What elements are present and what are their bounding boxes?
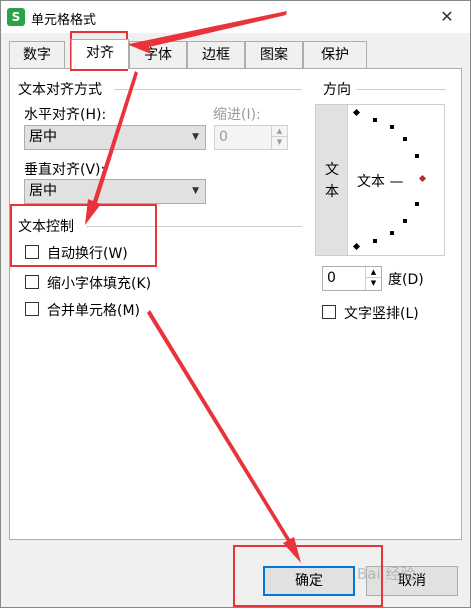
wps-app-icon: S xyxy=(7,8,25,26)
vertical-align-select[interactable]: 居中 ▼ xyxy=(24,179,206,204)
wrap-text-label: 自动换行(W) xyxy=(47,246,128,262)
indent-stepper[interactable]: 0 ▲ ▼ xyxy=(214,125,288,150)
spin-up-icon[interactable]: ▲ xyxy=(366,267,381,278)
degrees-stepper[interactable]: 0 ▲ ▼ xyxy=(322,266,382,291)
tab-font[interactable]: 字体 xyxy=(129,41,187,68)
vertical-align-label: 垂直对齐(V): xyxy=(24,162,106,178)
orientation-dial[interactable]: 文本 — xyxy=(349,105,445,255)
divider xyxy=(86,226,302,227)
tab-border[interactable]: 边框 xyxy=(187,41,245,68)
degrees-label: 度(D) xyxy=(388,272,424,288)
divider xyxy=(356,89,446,90)
vertical-stack-checkbox[interactable] xyxy=(322,305,336,319)
format-cells-dialog: S 单元格格式 ✕ 数字 对齐 字体 边框 图案 保护 文本对齐方式 水平对齐(… xyxy=(0,0,471,608)
orientation-dial-label: 文本 — xyxy=(357,174,404,190)
spin-down-icon[interactable]: ▼ xyxy=(272,137,287,148)
vertical-text-char: 本 xyxy=(325,184,339,200)
shrink-to-fit-label: 缩小字体填充(K) xyxy=(47,276,152,292)
alignment-panel: 文本对齐方式 水平对齐(H): 居中 ▼ 缩进(I): 0 ▲ ▼ 垂直对齐(V… xyxy=(9,68,462,540)
text-control-group-label: 文本控制 xyxy=(18,219,74,235)
vertical-text-button[interactable]: 文 本 xyxy=(316,105,348,255)
horizontal-align-select[interactable]: 居中 ▼ xyxy=(24,125,206,150)
horizontal-align-label: 水平对齐(H): xyxy=(24,107,107,123)
chevron-down-icon: ▼ xyxy=(192,186,199,196)
merge-cells-checkbox[interactable] xyxy=(25,302,39,316)
chevron-down-icon: ▼ xyxy=(192,132,199,142)
dialog-title: 单元格格式 xyxy=(31,13,97,28)
spin-up-icon[interactable]: ▲ xyxy=(272,126,287,137)
degrees-value: 0 xyxy=(327,270,336,286)
spin-down-icon[interactable]: ▼ xyxy=(366,278,381,289)
tab-alignment[interactable]: 对齐 xyxy=(71,39,129,69)
title-bar: S 单元格格式 ✕ xyxy=(1,1,470,33)
shrink-to-fit-checkbox[interactable] xyxy=(25,275,39,289)
horizontal-align-value: 居中 xyxy=(29,129,57,145)
merge-cells-label: 合并单元格(M) xyxy=(47,303,141,319)
tab-pattern[interactable]: 图案 xyxy=(245,41,303,68)
divider xyxy=(114,89,302,90)
baidu-watermark: Bai 经验 xyxy=(357,565,416,583)
vertical-align-value: 居中 xyxy=(29,183,57,199)
tab-protection[interactable]: 保护 xyxy=(303,41,367,68)
ok-button[interactable]: 确定 xyxy=(263,566,355,596)
wrap-text-checkbox[interactable] xyxy=(25,245,39,259)
close-icon[interactable]: ✕ xyxy=(435,5,459,29)
orientation-box: 文 本 文本 — xyxy=(315,104,445,256)
orientation-group-label: 方向 xyxy=(323,82,351,98)
vertical-text-char: 文 xyxy=(325,162,339,178)
tab-number[interactable]: 数字 xyxy=(9,41,65,68)
indent-label: 缩进(I): xyxy=(213,107,261,123)
text-alignment-group-label: 文本对齐方式 xyxy=(18,82,102,98)
indent-value: 0 xyxy=(219,129,228,145)
vertical-stack-label: 文字竖排(L) xyxy=(344,306,419,322)
